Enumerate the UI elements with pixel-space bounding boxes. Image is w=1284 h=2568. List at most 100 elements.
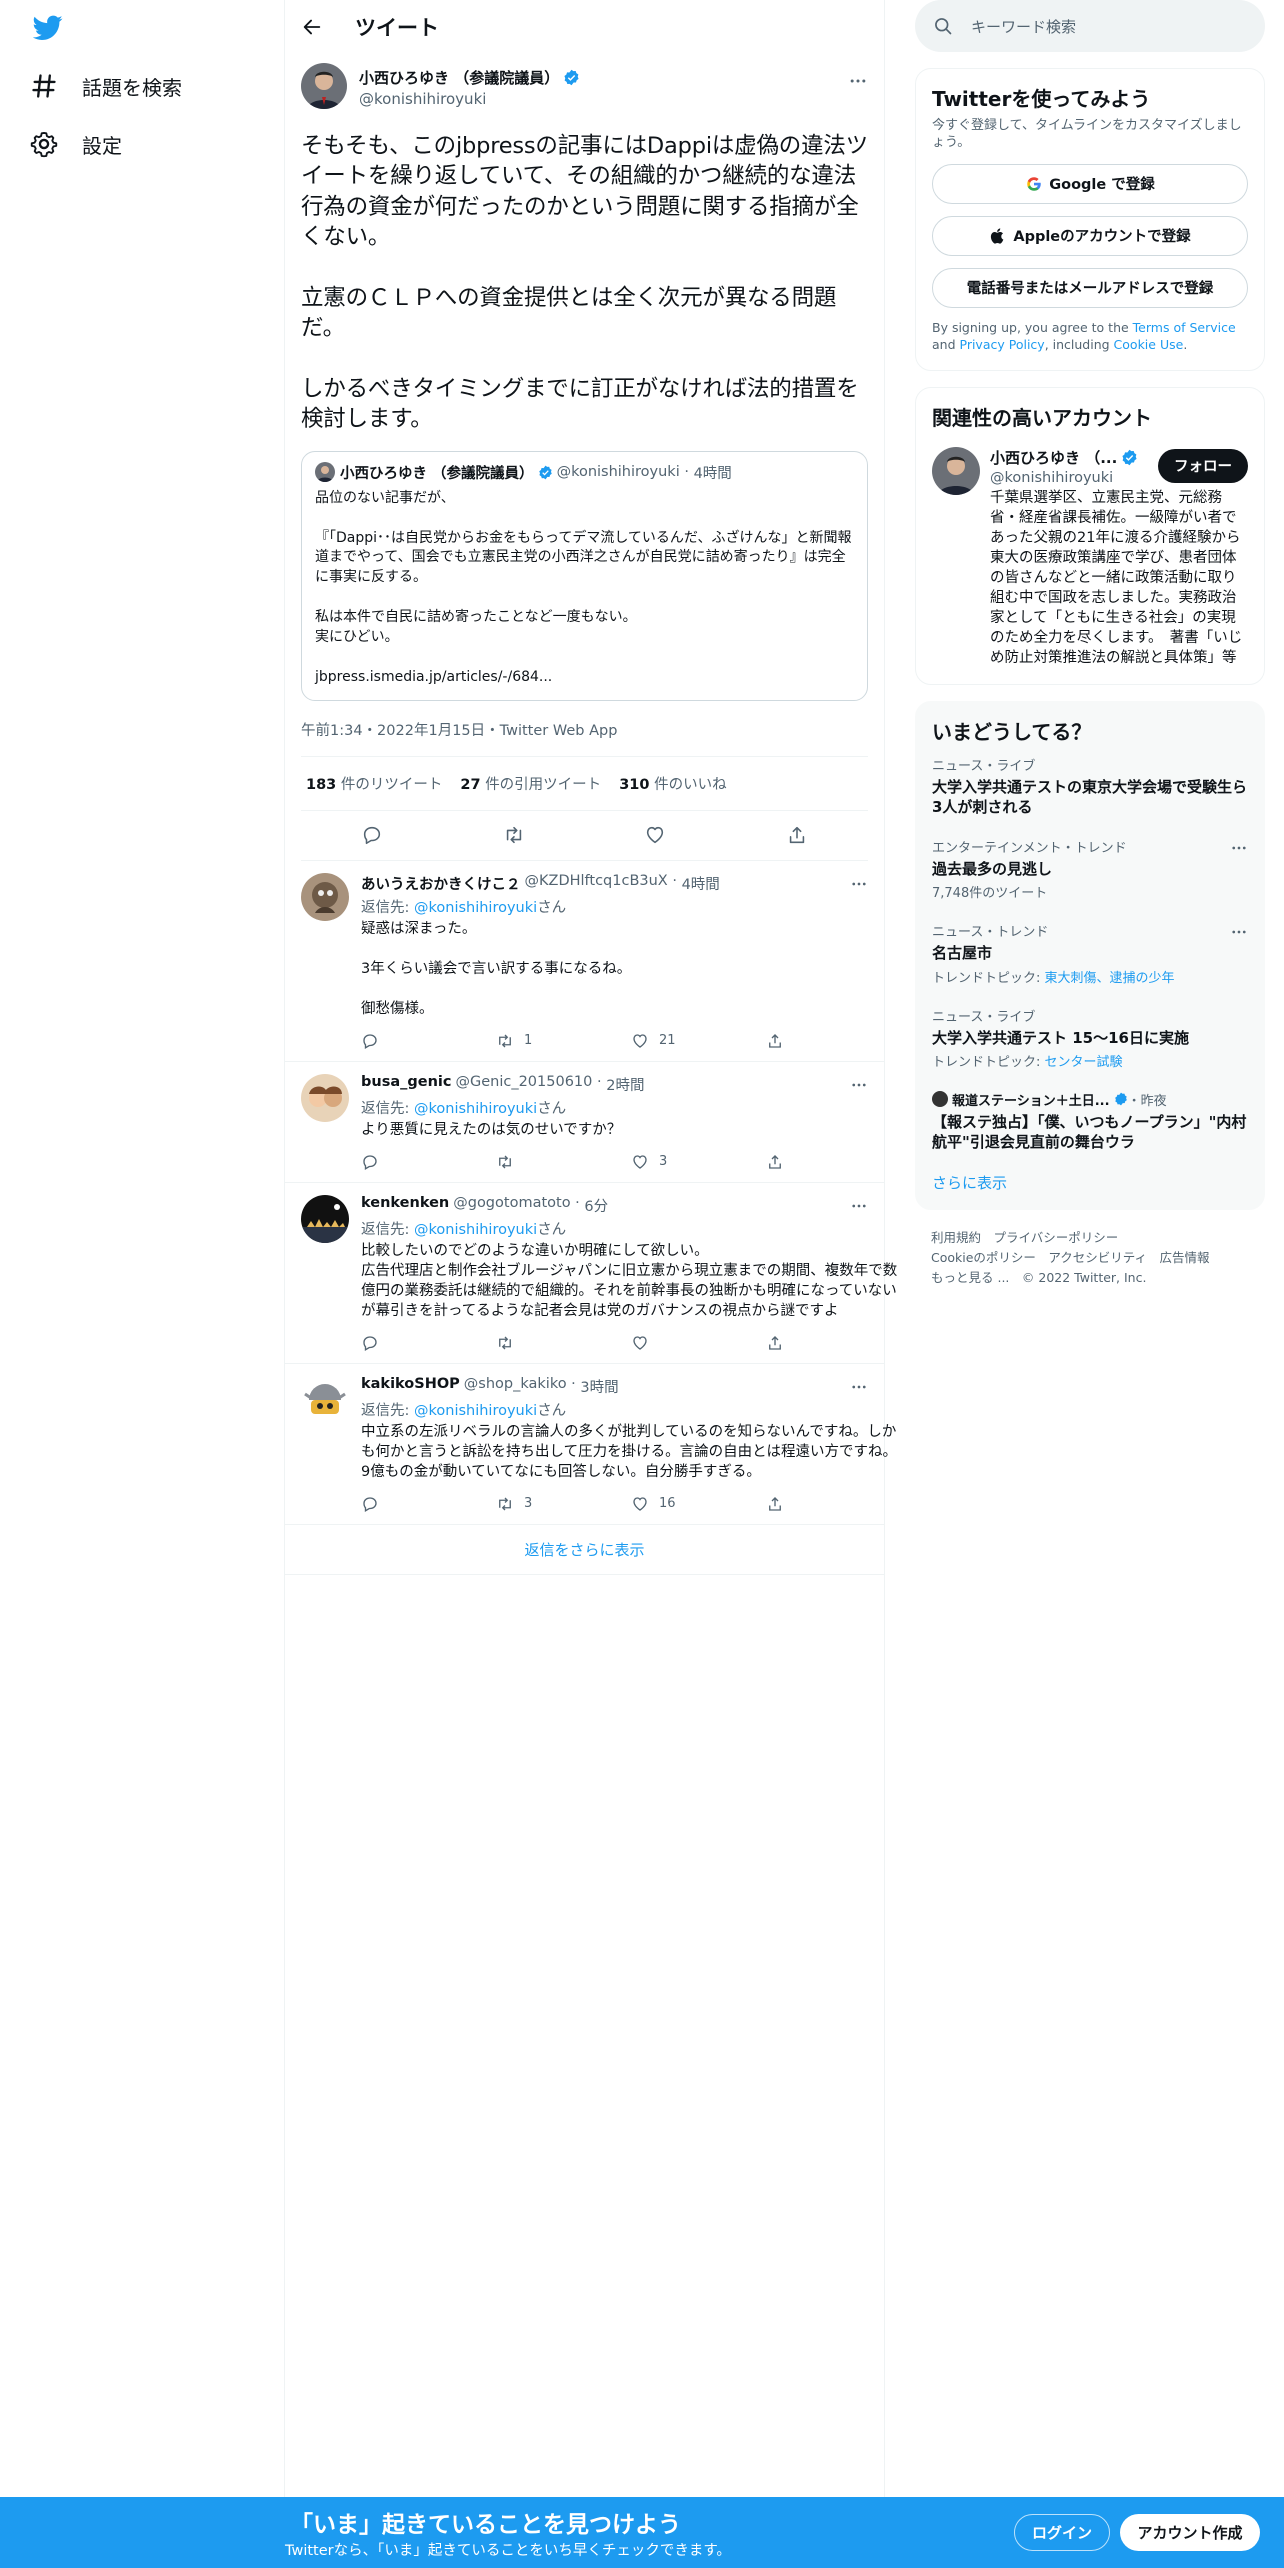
reply-author-name[interactable]: あいうえおかきくけこ２ [361, 873, 521, 894]
reply-to-link[interactable]: @konishihiroyuki [414, 1101, 537, 1117]
more-options-icon[interactable] [850, 1076, 868, 1094]
trend-topic-link[interactable]: センター試験 [1045, 1055, 1123, 1070]
nav-settings[interactable]: 設定 [30, 124, 122, 164]
more-options-icon[interactable] [850, 875, 868, 893]
like-icon[interactable] [644, 824, 666, 846]
reply-button[interactable] [361, 1495, 496, 1513]
avatar[interactable] [932, 446, 980, 495]
reply-time[interactable]: 3時間 [580, 1376, 618, 1397]
trend-item[interactable]: エンターテインメント・トレンド 過去最多の見逃し 7,748件のツイート [932, 827, 1248, 911]
more-options-icon[interactable] [1230, 839, 1248, 857]
retweet-button[interactable]: 3 [496, 1495, 631, 1513]
reply-author-handle[interactable]: @gogotomatoto [453, 1195, 570, 1216]
like-button[interactable]: 3 [631, 1153, 766, 1171]
phone-email-signup-button[interactable]: 電話番号またはメールアドレスで登録 [932, 267, 1248, 308]
retweet-button[interactable] [496, 1153, 631, 1171]
retweet-icon [499, 1155, 511, 1168]
show-more-replies-link[interactable]: 返信をさらに表示 [285, 1525, 884, 1575]
trend-topic-link[interactable]: 東大刺傷、逮捕の少年 [1045, 971, 1175, 986]
signup-button[interactable]: アカウント作成 [1120, 2514, 1260, 2551]
privacy-link[interactable]: Privacy Policy [960, 337, 1045, 352]
back-arrow-icon[interactable] [301, 16, 323, 38]
share-icon[interactable] [786, 824, 808, 846]
footer-line[interactable]: 利用規約 プライバシーポリシー [931, 1228, 1249, 1248]
related-account[interactable]: 小西ひろゆき （... @konishihiroyuki 千葉県選挙区、立憲民主… [932, 446, 1248, 668]
reply-author-handle[interactable]: @shop_kakiko [464, 1376, 567, 1397]
reply-item[interactable]: kakikoSHOP @shop_kakiko · 3時間 返信先: @konis… [285, 1364, 897, 1525]
more-options-icon[interactable] [848, 71, 868, 91]
like-icon [633, 1335, 647, 1350]
retweet-icon[interactable] [503, 824, 525, 846]
more-options-icon[interactable] [850, 1378, 868, 1396]
more-options-icon[interactable] [1230, 923, 1248, 941]
nav-explore[interactable]: 話題を検索 [30, 66, 182, 106]
trends-card: いまどうしてる？ ニュース・ライブ 大学入学共通テストの東京大学会場で受験生ら3… [915, 700, 1265, 1211]
reply-to-link[interactable]: @konishihiroyuki [414, 1222, 537, 1238]
avatar[interactable] [301, 1375, 349, 1424]
trend-item[interactable]: ニュース・ライブ 大学入学共通テスト 15〜16日に実施 トレンドトピック: セ… [932, 996, 1248, 1080]
trend-item[interactable]: 報道ステーション＋土日... ・昨夜 【報ステ独占】「僕、いつもノープラン」"内… [932, 1080, 1248, 1163]
google-signup-button[interactable]: Google で登録 [932, 163, 1248, 204]
reply-button[interactable] [361, 1153, 496, 1171]
like-count[interactable]: 310 件のいいね [619, 773, 726, 794]
reply-author-handle[interactable]: @Genic_20150610 [455, 1074, 592, 1095]
like-button[interactable] [631, 1334, 766, 1352]
reply-author-name[interactable]: busa_genic [361, 1074, 451, 1095]
avatar[interactable] [301, 872, 349, 921]
reply-time[interactable]: 6分 [584, 1195, 608, 1216]
tweet-meta[interactable]: 午前1:34・2022年1月15日・Twitter Web App [301, 719, 868, 757]
reply-item[interactable]: kenkenken @gogotomatoto · 6分 返信先: @konish… [285, 1183, 897, 1364]
reply-actions [361, 1331, 901, 1355]
trend-item[interactable]: ニュース・ライブ 大学入学共通テストの東京大学会場で受験生ら3人が刺される [932, 745, 1248, 828]
retweet-count[interactable]: 183 件のリツイート [306, 773, 442, 794]
terms-link[interactable]: Terms of Service [1133, 320, 1236, 335]
quote-count[interactable]: 27 件の引用ツイート [460, 773, 601, 794]
search-input[interactable]: キーワード検索 [915, 0, 1265, 52]
reply-item[interactable]: busa_genic @Genic_20150610 · 2時間 返信先: @ko… [285, 1062, 884, 1183]
reply-time[interactable]: 4時間 [682, 873, 720, 894]
reply-button[interactable] [361, 1032, 496, 1050]
cookie-link[interactable]: Cookie Use [1114, 337, 1184, 352]
share-button[interactable] [766, 1495, 901, 1513]
related-name[interactable]: 小西ひろゆき （... [990, 447, 1117, 468]
retweet-button[interactable] [496, 1334, 631, 1352]
reply-button[interactable] [361, 1334, 496, 1352]
footer-line[interactable]: Cookieのポリシー アクセシビリティ 広告情報 [931, 1248, 1249, 1268]
login-button[interactable]: ログイン [1014, 2514, 1110, 2551]
trend-item[interactable]: ニュース・トレンド 名古屋市 トレンドトピック: 東大刺傷、逮捕の少年 [932, 911, 1248, 995]
avatar[interactable] [301, 1073, 349, 1122]
quoted-tweet[interactable]: 小西ひろゆき （参議院議員） @konishihiroyuki · 4時間 品位… [301, 450, 868, 701]
main-tweet: 小西ひろゆき （参議院議員） @konishihiroyuki そもそも、このj… [285, 53, 884, 757]
share-button[interactable] [766, 1334, 901, 1352]
show-more-trends-link[interactable]: さらに表示 [932, 1162, 1248, 1193]
tweet-text: そもそも、このjbpressの記事にはDappiは虚偽の違法ツイートを繰り返して… [301, 133, 868, 433]
reply-to-link[interactable]: @konishihiroyuki [414, 900, 537, 916]
reply-to: 返信先: @konishihiroyukiさん [361, 899, 567, 916]
share-button[interactable] [766, 1032, 901, 1050]
reply-author-handle[interactable]: @KZDHlftcq1cB3uX [525, 873, 668, 894]
avatar[interactable] [301, 63, 347, 109]
reply-icon[interactable] [361, 824, 383, 846]
reply-text: 中立系の左派リベラルの言論人の多くが批判しているのを知らないんですね。しかも何か… [361, 1423, 898, 1480]
like-button[interactable]: 21 [631, 1032, 766, 1050]
reply-icon [363, 1033, 377, 1049]
apple-signup-button[interactable]: Appleのアカウントで登録 [932, 215, 1248, 256]
signup-subtitle: 今すぐ登録して、タイムラインをカスタマイズしましょう。 [932, 118, 1242, 150]
reply-time[interactable]: 2時間 [606, 1074, 644, 1095]
follow-button[interactable]: フォロー [1158, 448, 1248, 483]
twitter-logo-icon[interactable] [33, 15, 63, 41]
author-name[interactable]: 小西ひろゆき （参議院議員） [359, 67, 559, 88]
page-header: ツイート [285, 0, 884, 53]
author-handle[interactable]: @konishihiroyuki [359, 90, 580, 108]
reply-item[interactable]: あいうえおかきくけこ２ @KZDHlftcq1cB3uX · 4時間 返信先: @… [285, 861, 884, 1062]
reply-to-link[interactable]: @konishihiroyuki [414, 1403, 537, 1419]
reply-author-name[interactable]: kakikoSHOP [361, 1376, 460, 1397]
retweet-button[interactable]: 1 [496, 1032, 631, 1050]
avatar[interactable] [301, 1194, 349, 1243]
more-options-icon[interactable] [850, 1197, 868, 1215]
reply-author-name[interactable]: kenkenken [361, 1195, 449, 1216]
share-button[interactable] [766, 1153, 901, 1171]
like-button[interactable]: 16 [631, 1495, 766, 1513]
footer-line[interactable]: もっと見る ... © 2022 Twitter, Inc. [931, 1268, 1249, 1288]
trend-title: 名古屋市 [932, 944, 993, 963]
